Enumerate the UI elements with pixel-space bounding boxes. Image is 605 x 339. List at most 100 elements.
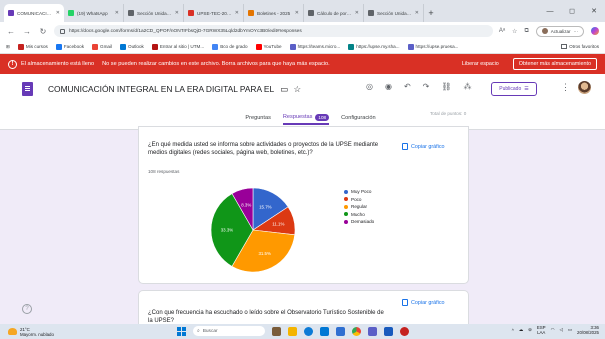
redo-icon[interactable]: ↷ [423,82,430,91]
tab-settings[interactable]: Configuración [341,111,376,125]
close-window-icon[interactable]: ✕ [583,0,605,22]
windows-start-icon[interactable] [177,326,186,336]
forms-logo-icon[interactable] [22,82,33,96]
battery-icon[interactable]: ▭ [568,327,572,333]
store-icon[interactable] [336,326,345,336]
free-space-link[interactable]: Liberar espacio [462,61,499,67]
url-text: https://docs.google.com/forms/d/1a2CD_QP… [69,28,302,34]
more-icon: ··· [573,28,579,34]
bookmark-item[interactable]: YouTube [255,43,282,50]
reload-icon[interactable]: ↻ [38,27,48,36]
app-icon[interactable] [400,326,409,336]
browser-tab[interactable]: Boletines - 2025 ✕ [244,4,304,22]
browser-tab[interactable]: Sección Unidad 3 ✕ [364,4,424,22]
browser-tab[interactable]: (19) WhatsApp ✕ [64,4,124,22]
account-avatar[interactable] [578,81,591,94]
read-aloud-icon[interactable]: Aᵃ [499,28,505,34]
undo-icon[interactable]: ↶ [404,82,411,91]
minimize-icon[interactable]: — [539,0,561,22]
bookmark-item[interactable]: Entrar al sitio | UTM... [151,43,204,50]
chrome-icon[interactable] [352,326,361,336]
copy-chart-button[interactable]: Copiar gráfico [402,143,445,150]
browser-tab[interactable]: UPSE-TEC-2025-I ✕ [184,4,244,22]
bookmark-item[interactable]: Facebook [55,43,84,50]
cloud-icon[interactable]: ☁ [519,327,523,333]
star-icon[interactable]: ☆ [293,84,301,94]
forward-icon[interactable]: → [22,27,32,36]
bookmark-label: https://upse.my.sha... [356,44,400,49]
copilot-icon[interactable] [591,27,599,35]
chevron-up-icon[interactable]: ^ [512,328,514,333]
copy-icon [402,143,408,150]
link-icon[interactable]: ⛓ [441,82,451,91]
browser-tab[interactable]: Cálculo de porcen ✕ [304,4,364,22]
bookmark-item[interactable]: Bco de grado [212,43,248,50]
bookmark-item[interactable]: https://teams.micro... [289,43,340,50]
teams-icon[interactable] [368,326,377,336]
edge-icon[interactable] [304,326,313,336]
new-tab-button[interactable]: + [424,4,438,22]
chart-legend: Muy Poco Poco Regular Mucho Demasiado [344,188,374,226]
published-button[interactable]: Publicado ☰ [491,82,537,96]
apps-grid-icon[interactable]: ⊞ [6,44,10,50]
other-favorites[interactable]: Otros favoritos [561,44,599,49]
browser-tab-label: Cálculo de porcen [317,10,352,16]
close-tab-icon[interactable]: ✕ [235,10,239,16]
profile-button[interactable]: Actualizar ··· [535,25,584,37]
legend-item: Regular [344,203,374,211]
move-to-folder-icon[interactable]: ▭ [280,84,288,94]
url-field[interactable]: https://docs.google.com/forms/d/1a2CD_QP… [54,25,493,37]
bookmark-icon [17,43,24,50]
favorite-star-icon[interactable]: ☆ [512,28,517,35]
bookmark-item[interactable]: https://upse.my.sha... [348,43,400,50]
close-tab-icon[interactable]: ✕ [415,10,419,16]
browser-tab[interactable]: COMUNICACIÓN ✕ [4,4,64,22]
close-tab-icon[interactable]: ✕ [115,10,119,16]
back-icon[interactable]: ← [6,27,16,36]
taskbar-search[interactable]: ⌕ Buscar [193,326,265,336]
widgets-icon[interactable] [272,326,281,336]
close-tab-icon[interactable]: ✕ [175,10,179,16]
add-collaborators-icon[interactable]: ⁂ [464,82,472,91]
bookmark-item[interactable]: https://upse.pruesa... [407,43,458,50]
whatsapp-icon [68,10,74,16]
close-tab-icon[interactable]: ✕ [56,10,60,16]
profile-label: Actualizar [550,28,571,34]
bookmark-item[interactable]: Outlook [120,43,144,50]
legend-swatch [344,204,348,209]
site-info-icon[interactable] [60,28,65,34]
customize-theme-icon[interactable]: ◎ [366,82,373,91]
alert-title: El almacenamiento está lleno [21,61,95,67]
volume-icon[interactable]: ◁ [559,327,562,333]
wifi-icon[interactable]: ◠ [551,327,555,333]
browser-tab-label: Sección Unidad 3 [137,10,172,16]
weather-widget[interactable]: 21°C Mayorm. nublado [0,327,54,337]
preview-icon[interactable]: ◉ [385,82,392,91]
copy-icon [402,299,408,306]
form-title[interactable]: COMUNICACIÓN INTEGRAL EN LA ERA DIGITAL … [48,84,274,94]
bookmark-item[interactable]: Mis cursos [17,43,48,50]
system-tray: ^ ☁ ⊜ ESP LAA ◠ ◁ ▭ 3:36 20/08/2025 [512,325,599,336]
browser-tab[interactable]: Sección Unidad 3 ✕ [124,4,184,22]
clock[interactable]: 3:36 20/08/2025 [577,325,599,336]
other-favorites-label: Otros favoritos [569,44,599,49]
tab-responses[interactable]: Respuestas 108 [282,111,330,125]
word-icon[interactable] [384,326,393,336]
more-options-icon[interactable]: ⋮ [561,82,570,93]
response-count: 108 respuestas [148,169,180,174]
tab-settings-label: Configuración [341,115,376,121]
extensions-icon[interactable]: ⧉ [524,28,528,35]
file-explorer-icon[interactable] [288,326,297,336]
get-more-storage-button[interactable]: Obtener más almacenamiento [512,58,597,70]
forms-icon [8,10,14,16]
language-indicator[interactable]: ESP LAA [537,325,546,335]
help-icon[interactable]: ? [22,304,32,314]
tab-questions[interactable]: Preguntas [245,111,271,125]
copy-chart-button-2[interactable]: Copiar gráfico [402,299,445,306]
close-tab-icon[interactable]: ✕ [295,10,299,16]
maximize-icon[interactable]: ◻ [561,0,583,22]
bookmark-item[interactable]: Gmail [92,43,112,50]
close-tab-icon[interactable]: ✕ [355,10,359,16]
onedrive-icon[interactable]: ⊜ [528,327,532,333]
mail-icon[interactable] [320,326,329,336]
